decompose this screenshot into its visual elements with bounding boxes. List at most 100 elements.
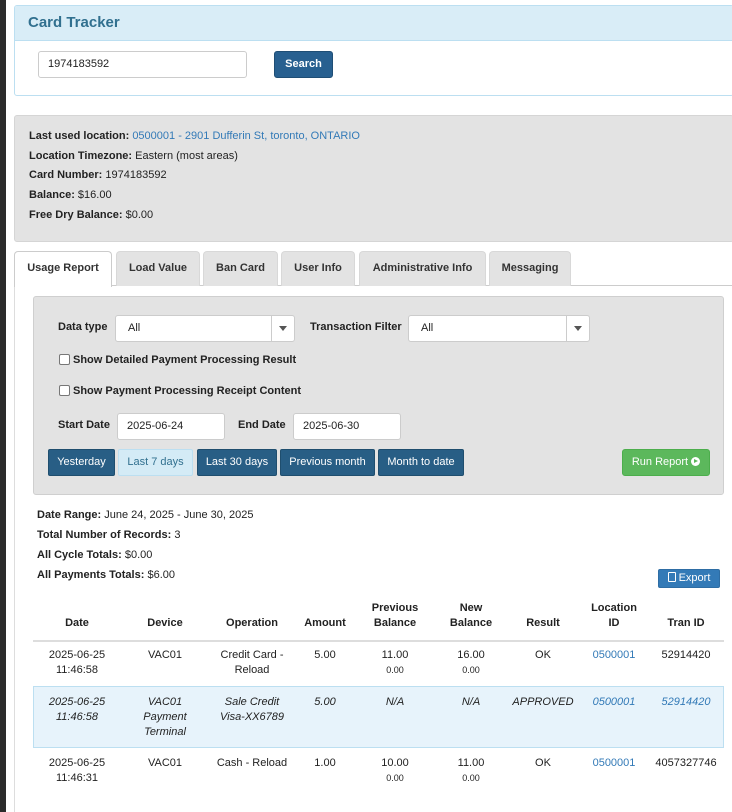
last-used-location-label: Last used location: [29, 130, 130, 142]
last-30-days-button[interactable]: Last 30 days [197, 449, 277, 476]
cell-date: 2025-06-25 11:46:58 [42, 648, 112, 678]
cell-date-time: 11:46:31 [55, 772, 98, 784]
cell-new-value: 16.00 [457, 649, 485, 661]
cell-previous-balance: 11.00 0.00 [360, 648, 430, 678]
balance: Balance: $16.00 [29, 189, 112, 201]
tab-ban-card[interactable]: Ban Card [203, 251, 278, 286]
col-new-balance: New Balance [436, 601, 506, 631]
end-date-label: End Date [238, 419, 286, 431]
transaction-filter-select[interactable]: All [408, 315, 590, 342]
last-used-location: Last used location: 0500001 - 2901 Duffe… [29, 130, 360, 142]
export-button[interactable]: Export [658, 569, 720, 588]
cell-operation: Cash - Reload [216, 757, 288, 769]
show-receipt-checkbox[interactable] [59, 385, 70, 396]
card-info-well: Last used location: 0500001 - 2901 Duffe… [14, 115, 732, 242]
col-previous-balance: Previous Balance [360, 601, 430, 631]
cell-operation-line2: Visa-XX6789 [219, 711, 284, 723]
table-header-divider [33, 640, 724, 642]
cell-operation-line2: Reload [234, 664, 270, 676]
data-type-dropdown[interactable] [271, 316, 294, 341]
cell-location-link[interactable]: 0500001 [582, 756, 646, 771]
col-new-line1: New [459, 602, 483, 614]
page-title: Card Tracker [28, 14, 120, 31]
tab-load-value[interactable]: Load Value [116, 251, 200, 286]
last-7-days-button[interactable]: Last 7 days [118, 449, 193, 476]
show-detailed-checkbox[interactable] [59, 354, 70, 365]
tab-bar: Usage Report Load Value Ban Card User In… [14, 251, 732, 287]
free-dry-balance: Free Dry Balance: $0.00 [29, 209, 153, 221]
yesterday-button[interactable]: Yesterday [48, 449, 115, 476]
tab-administrative-info[interactable]: Administrative Info [359, 251, 486, 286]
col-result: Result [526, 617, 560, 629]
cell-location-link[interactable]: 0500001 [582, 695, 646, 710]
cell-operation-line1: Sale Credit [224, 696, 280, 708]
col-location-id: Location ID [582, 601, 646, 631]
date-range-summary: Date Range: June 24, 2025 - June 30, 202… [37, 509, 253, 521]
cell-device-line3: Terminal [144, 726, 186, 738]
cell-new-value: 11.00 [457, 757, 485, 769]
balance-label: Balance: [29, 189, 75, 201]
cell-operation: Credit Card - Reload [212, 648, 292, 678]
cell-previous-value: 11.00 [381, 649, 409, 661]
run-report-label: Run Report [631, 456, 689, 468]
records-value: 3 [174, 529, 181, 541]
col-previous-line1: Previous [371, 602, 419, 614]
cell-date-time: 11:46:58 [55, 711, 98, 723]
cell-device-line1: VAC01 [147, 696, 183, 708]
cell-amount: 1.00 [314, 757, 336, 769]
cell-date: 2025-06-25 11:46:58 [42, 695, 112, 725]
location-timezone: Location Timezone: Eastern (most areas) [29, 150, 238, 162]
cell-date: 2025-06-25 11:46:31 [42, 756, 112, 786]
cell-tran-id: 52914420 [661, 649, 711, 661]
card-number-value: 1974183592 [105, 169, 167, 181]
free-dry-label: Free Dry Balance: [29, 209, 123, 221]
col-location-line2: ID [608, 617, 620, 629]
end-date-input[interactable]: 2025-06-30 [293, 413, 401, 440]
previous-month-button[interactable]: Previous month [280, 449, 375, 476]
search-button[interactable]: Search [274, 51, 333, 78]
cell-previous-sub: 0.00 [386, 665, 404, 675]
data-type-select[interactable]: All [115, 315, 295, 342]
col-new-line2: Balance [449, 617, 493, 629]
chevron-down-icon [574, 326, 582, 331]
cycle-totals-label: All Cycle Totals: [37, 549, 122, 561]
records-summary: Total Number of Records: 3 [37, 529, 180, 541]
cell-new-balance: 16.00 0.00 [436, 648, 506, 678]
cell-date-day: 2025-06-25 [48, 696, 106, 708]
last-used-location-link[interactable]: 0500001 - 2901 Dufferin St, toronto, ONT… [132, 130, 360, 142]
chevron-down-icon [279, 326, 287, 331]
cell-device: VAC01 Payment Terminal [135, 695, 195, 740]
start-date-input[interactable]: 2025-06-24 [117, 413, 225, 440]
cell-operation-line1: Credit Card - [220, 649, 284, 661]
window-edge [0, 0, 6, 812]
panel-header [15, 6, 732, 41]
transaction-filter-dropdown[interactable] [566, 316, 589, 341]
file-export-icon [667, 572, 676, 582]
cell-previous-value: 10.00 [381, 757, 409, 769]
run-report-button[interactable]: Run Report [622, 449, 710, 476]
timezone-label: Location Timezone: [29, 150, 133, 162]
cell-tran-id: 4057327746 [655, 757, 717, 769]
show-receipt-label[interactable]: Show Payment Processing Receipt Content [73, 385, 301, 397]
tab-messaging[interactable]: Messaging [489, 251, 571, 286]
cell-new-sub: 0.00 [462, 773, 480, 783]
card-search-input[interactable]: 1974183592 [38, 51, 247, 78]
cell-device-line2: Payment [143, 711, 187, 723]
timezone-value: Eastern (most areas) [135, 150, 238, 162]
cell-tran-id-link[interactable]: 52914420 [650, 695, 722, 710]
cell-device: VAC01 [147, 649, 183, 661]
date-range-value: June 24, 2025 - June 30, 2025 [104, 509, 254, 521]
col-previous-line2: Balance [373, 617, 417, 629]
cell-location-link[interactable]: 0500001 [582, 648, 646, 663]
tab-user-info[interactable]: User Info [281, 251, 355, 286]
tab-usage-report[interactable]: Usage Report [14, 251, 112, 287]
records-label: Total Number of Records: [37, 529, 172, 541]
show-detailed-label[interactable]: Show Detailed Payment Processing Result [73, 354, 296, 366]
cell-result: APPROVED [512, 696, 574, 708]
card-number: Card Number: 1974183592 [29, 169, 167, 181]
month-to-date-button[interactable]: Month to date [378, 449, 464, 476]
transaction-filter-value: All [421, 322, 434, 334]
start-date-label: Start Date [58, 419, 110, 431]
payments-totals-value: $6.00 [147, 569, 175, 581]
cell-device: VAC01 [147, 757, 183, 769]
